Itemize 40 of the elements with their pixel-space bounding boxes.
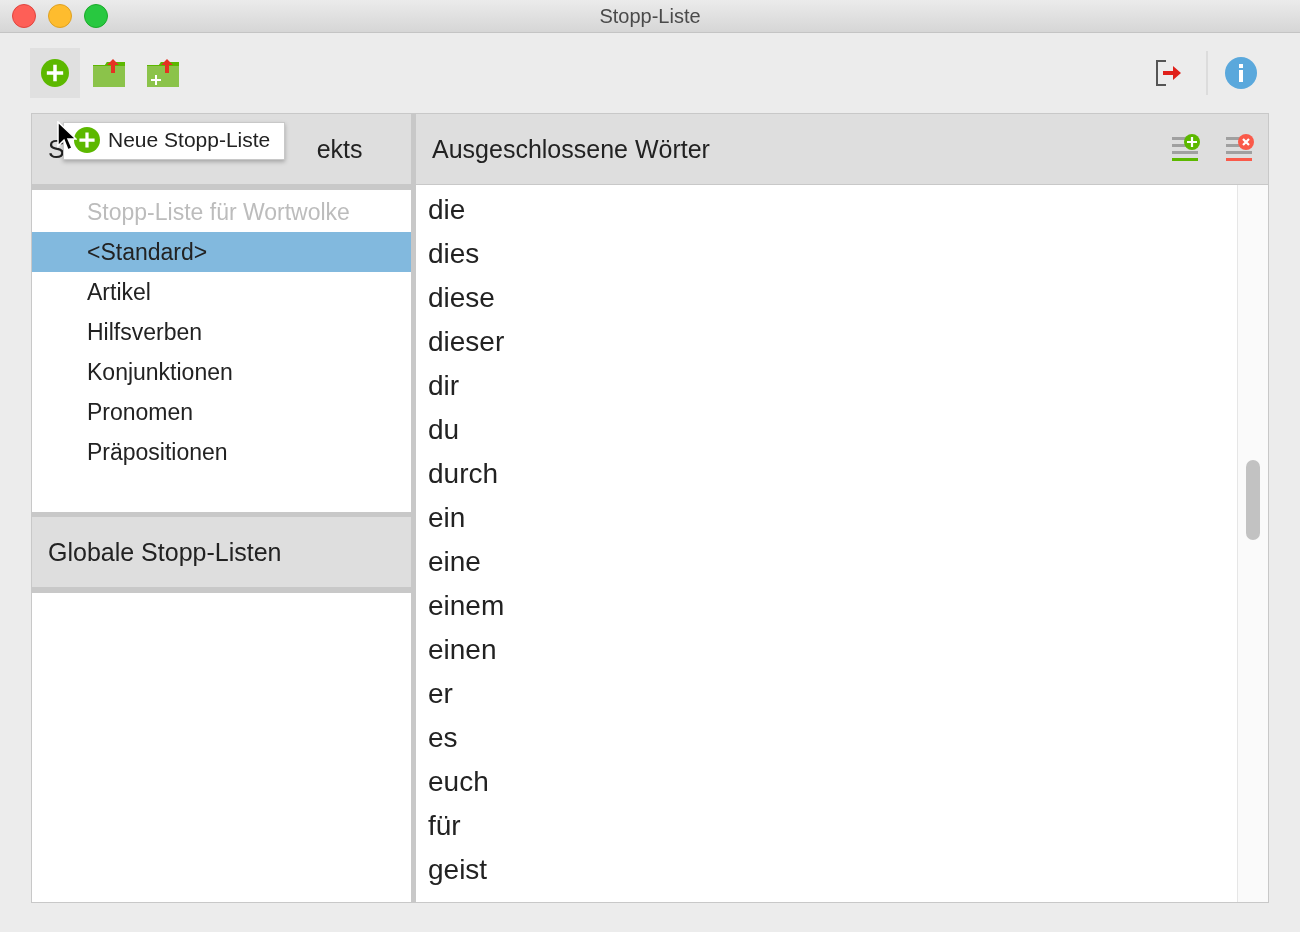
word-item[interactable]: es (416, 716, 1237, 760)
folder-upload-icon (93, 59, 125, 87)
new-list-button[interactable] (30, 48, 80, 98)
list-add-icon (1172, 134, 1202, 164)
word-item[interactable]: einen (416, 628, 1237, 672)
panel-header: ekts (316, 134, 363, 164)
window-title: Stopp-Liste (599, 4, 701, 27)
zoom-button[interactable] (84, 4, 108, 28)
word-item[interactable]: du (416, 408, 1237, 452)
scrollbar-thumb[interactable] (1246, 460, 1260, 540)
list-item[interactable]: <Standard> (32, 232, 411, 272)
list-item[interactable]: Pronomen (32, 392, 411, 432)
word-item[interactable]: ein (416, 496, 1237, 540)
close-button[interactable] (12, 4, 36, 28)
word-item[interactable]: euch (416, 760, 1237, 804)
word-item[interactable]: dieser (416, 320, 1237, 364)
word-item[interactable]: diese (416, 276, 1237, 320)
word-item[interactable]: für (416, 804, 1237, 848)
word-item[interactable]: dir (416, 364, 1237, 408)
exit-icon (1155, 59, 1183, 87)
panel-header: Ausgeschlossene Wörter (432, 134, 711, 164)
list-item[interactable]: Artikel (32, 272, 411, 312)
word-item[interactable]: geist (416, 848, 1237, 892)
add-icon (74, 127, 100, 153)
word-item[interactable]: die (416, 188, 1237, 232)
folder-upload-add-icon (147, 59, 179, 87)
add-icon (41, 59, 69, 87)
word-item[interactable]: eine (416, 540, 1237, 584)
word-item[interactable]: durch (416, 452, 1237, 496)
list-item[interactable]: Hilfsverben (32, 312, 411, 352)
word-item[interactable]: dies (416, 232, 1237, 276)
list-item[interactable]: Präpositionen (32, 432, 411, 472)
word-item[interactable]: einem (416, 584, 1237, 628)
minimize-button[interactable] (48, 4, 72, 28)
word-item[interactable]: er (416, 672, 1237, 716)
list-item[interactable]: Konjunktionen (32, 352, 411, 392)
list-remove-icon (1226, 134, 1256, 164)
panel-header: Globale Stopp-Listen (48, 537, 282, 567)
info-icon (1225, 57, 1257, 89)
tooltip-text: Neue Stopp-Liste (108, 128, 271, 152)
